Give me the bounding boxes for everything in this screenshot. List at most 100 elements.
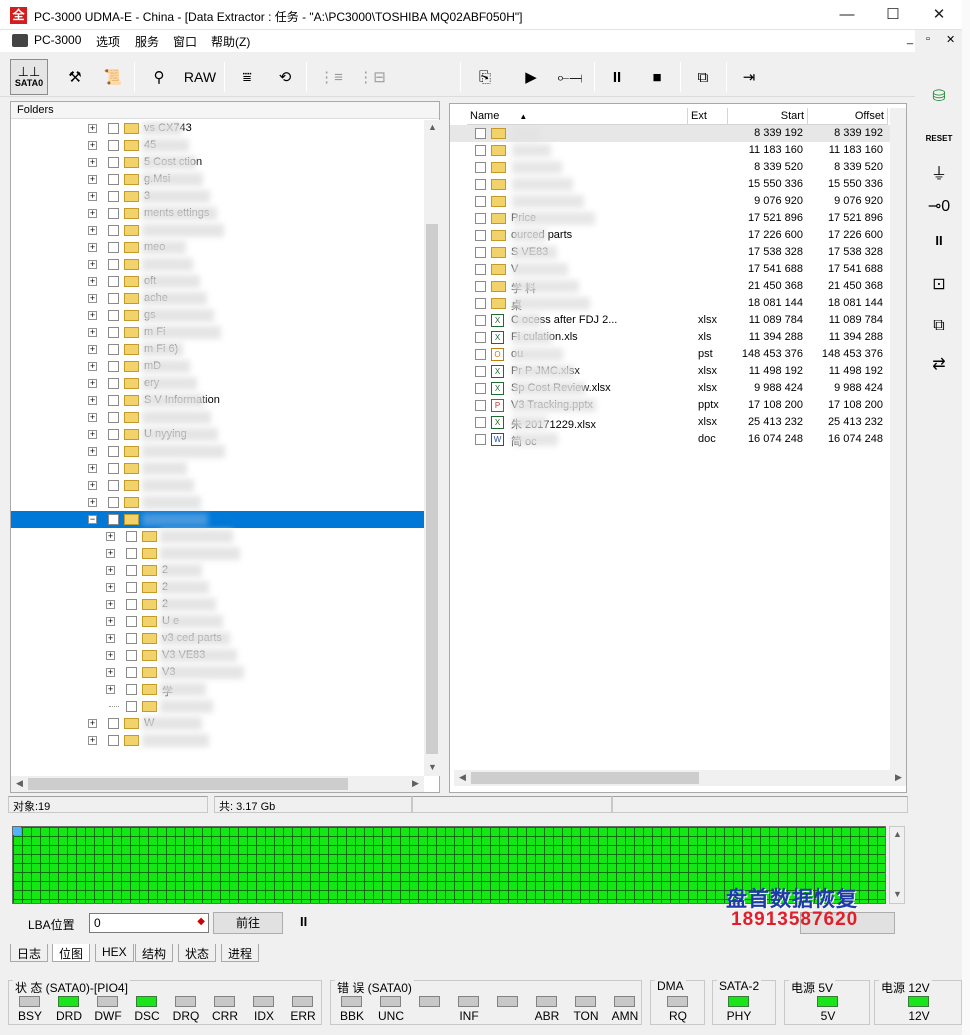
folder-row[interactable]: +ments ettings [11,205,424,222]
exit-button[interactable]: ⇥ [732,59,766,95]
folder-checkbox[interactable] [126,650,137,661]
file-row[interactable]: XSp Cost Review.xlsxxlsx9 988 4249 988 4… [450,380,890,397]
file-checkbox[interactable] [475,264,486,275]
folder-checkbox[interactable] [108,361,119,372]
sata0-button[interactable]: ⊥⊥ SATA0 [10,59,48,95]
expand-icon[interactable]: + [106,583,115,592]
folder-row[interactable]: + [11,409,424,426]
file-checkbox[interactable] [475,298,486,309]
folder-checkbox[interactable] [108,276,119,287]
folder-checkbox[interactable] [108,497,119,508]
folder-row[interactable]: +g.Msi [11,171,424,188]
folder-checkbox[interactable] [108,412,119,423]
expand-icon[interactable]: + [88,345,97,354]
expand-icon[interactable]: + [88,447,97,456]
lba-spin-icon[interactable]: ◆ [197,916,205,927]
folders-vscroll[interactable]: ▲ ▼ [424,120,440,776]
folder-checkbox[interactable] [108,344,119,355]
expand-icon[interactable]: + [88,464,97,473]
file-checkbox[interactable] [475,196,486,207]
file-row[interactable]: XFi culation.xlsxls11 394 28811 394 288 [450,329,890,346]
folder-checkbox[interactable] [108,293,119,304]
expand-icon[interactable]: + [88,209,97,218]
file-checkbox[interactable] [475,128,486,139]
folder-checkbox[interactable] [108,735,119,746]
expand-icon[interactable]: + [88,719,97,728]
folder-row[interactable]: +S V Information [11,392,424,409]
file-row[interactable]: ourced parts17 226 60017 226 600 [450,227,890,244]
stop-button[interactable]: ■ [640,59,674,95]
menu-service[interactable]: 服务 [135,33,159,50]
power-button[interactable]: ⏚ [916,155,962,189]
raw-button[interactable]: RAW [180,59,220,95]
bitmap-pause-button[interactable]: II [300,914,307,929]
folder-row[interactable]: + [11,460,424,477]
folder-checkbox[interactable] [126,684,137,695]
file-row[interactable]: 8 339 192 8 339 192 [450,125,890,142]
file-row[interactable]: Ooupst148 453 376148 453 376 [450,346,890,363]
file-row[interactable]: 桌18 081 14418 081 144 [450,295,890,312]
graph-button[interactable]: ⟜⟞ [552,59,588,95]
connect-button[interactable]: ⇄ [916,347,962,381]
expand-icon[interactable]: + [106,600,115,609]
expand-icon[interactable]: + [88,481,97,490]
expand-icon[interactable]: + [88,277,97,286]
file-checkbox[interactable] [475,434,486,445]
folder-checkbox[interactable] [108,446,119,457]
file-row[interactable]: XC ocess after FDJ 2... xlsx 11 089 784 11 … [450,312,890,329]
open-button[interactable]: ⟲ [268,59,302,95]
file-row[interactable]: Price17 521 89617 521 896 [450,210,890,227]
file-checkbox[interactable] [475,400,486,411]
folder-checkbox[interactable] [108,174,119,185]
folder-checkbox[interactable] [126,531,137,542]
folder-checkbox[interactable] [126,616,137,627]
expand-icon[interactable]: + [88,413,97,422]
files-hscroll[interactable]: ◀ ▶ [454,770,906,786]
folder-row[interactable]: +3 [11,188,424,205]
expand-icon[interactable]: + [88,141,97,150]
scroll-right-icon[interactable]: ▶ [407,778,424,789]
expand-icon[interactable]: + [88,328,97,337]
file-row[interactable]: V17 541 68817 541 688 [450,261,890,278]
folder-row[interactable]: +2 [11,596,424,613]
file-checkbox[interactable] [475,366,486,377]
expand-icon[interactable]: + [106,685,115,694]
expand-icon[interactable]: + [106,532,115,541]
folder-checkbox[interactable] [126,582,137,593]
folder-checkbox[interactable] [108,310,119,321]
tree-expand-button[interactable]: ⋮≡ [314,59,348,95]
expand-icon[interactable]: + [88,379,97,388]
folder-row[interactable]: +U nyying [11,426,424,443]
folder-checkbox[interactable] [108,225,119,236]
bitmap-vscroll[interactable]: ▲ ▼ [889,826,905,904]
file-checkbox[interactable] [475,247,486,258]
bitmap-scroll-up-icon[interactable]: ▲ [889,829,906,839]
folders-vscroll-thumb[interactable] [426,224,438,754]
tab-log[interactable]: 日志 [10,944,49,962]
folder-checkbox[interactable] [108,718,119,729]
collapse-icon[interactable]: − [88,515,97,524]
file-checkbox[interactable] [475,417,486,428]
folder-checkbox[interactable] [126,565,137,576]
folder-row[interactable]: +2 [11,562,424,579]
file-checkbox[interactable] [475,162,486,173]
folder-checkbox[interactable] [108,429,119,440]
file-checkbox[interactable] [475,179,486,190]
files-hscroll-thumb[interactable] [471,772,699,784]
file-checkbox[interactable] [475,145,486,156]
folders-hscroll[interactable]: ◀ ▶ [11,776,424,792]
menu-options[interactable]: 选项 [96,33,120,50]
expand-icon[interactable]: + [88,192,97,201]
tools-button[interactable]: ⚒ [58,59,92,95]
expand-icon[interactable]: + [88,498,97,507]
close-button[interactable]: ✕ [916,0,962,30]
folder-row[interactable]: +m Fi 6) [11,341,424,358]
folder-row[interactable]: + [11,732,424,749]
search-button[interactable]: ⚲ [142,59,176,95]
side-pause-button[interactable]: II [916,223,962,257]
partition-button[interactable]: ⩸ [230,59,264,95]
drive-map-button[interactable]: ⊡ [916,267,962,301]
files-scroll-right-icon[interactable]: ▶ [890,772,907,783]
clone-button[interactable]: ⧉ [916,309,962,343]
col-header-name[interactable]: Name ▲ [467,108,688,125]
